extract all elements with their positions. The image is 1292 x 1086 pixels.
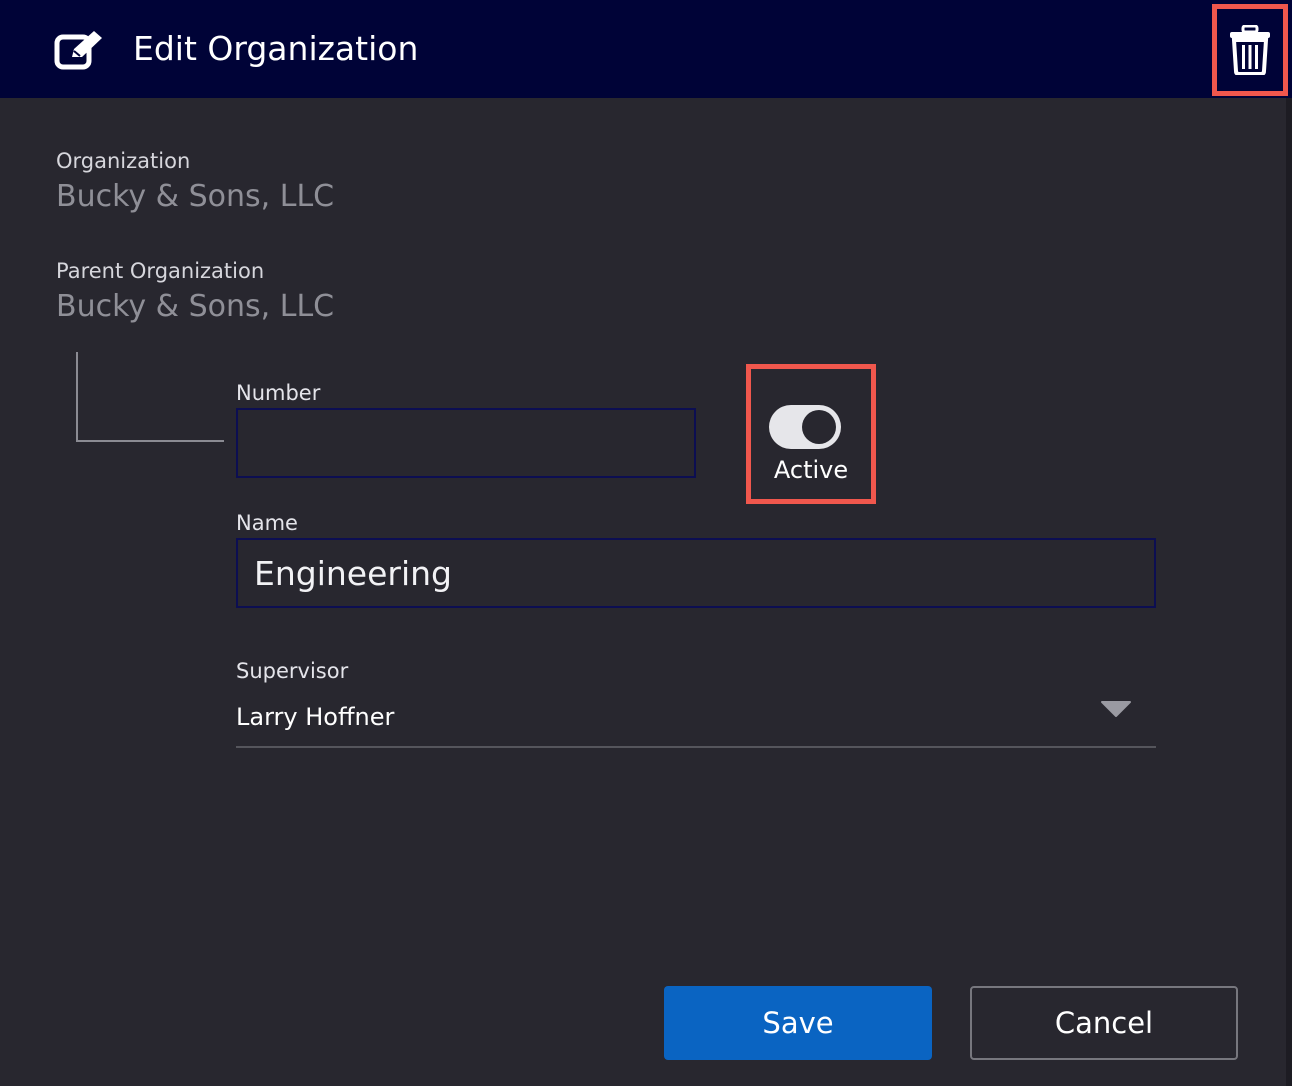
edit-square-icon — [54, 31, 102, 70]
supervisor-select[interactable]: Larry Hoffner — [236, 694, 1156, 748]
number-input[interactable] — [236, 408, 696, 478]
delete-button[interactable] — [1212, 4, 1288, 96]
name-label: Name — [236, 511, 298, 535]
name-input[interactable] — [236, 538, 1156, 608]
parent-organization-value: Bucky & Sons, LLC — [56, 289, 335, 324]
parent-organization-label: Parent Organization — [56, 259, 265, 283]
organization-value: Bucky & Sons, LLC — [56, 179, 335, 214]
dialog-title: Edit Organization — [133, 29, 419, 68]
hierarchy-connector — [76, 352, 224, 442]
toggle-knob — [802, 410, 836, 444]
cancel-button[interactable]: Cancel — [970, 986, 1238, 1060]
trash-icon — [1230, 25, 1270, 75]
active-toggle[interactable]: Active — [746, 364, 876, 504]
number-label: Number — [236, 381, 321, 405]
organization-label: Organization — [56, 149, 191, 173]
edit-organization-dialog: Edit Organization Organization Bucky & S… — [0, 0, 1292, 1086]
dialog-right-border — [1286, 98, 1292, 1086]
toggle-track — [769, 405, 841, 449]
active-toggle-label: Active — [773, 456, 849, 484]
caret-down-icon — [1101, 701, 1131, 717]
save-button[interactable]: Save — [664, 986, 932, 1060]
supervisor-label: Supervisor — [236, 659, 349, 683]
supervisor-selected-value: Larry Hoffner — [236, 703, 395, 731]
dialog-header: Edit Organization — [0, 0, 1292, 98]
